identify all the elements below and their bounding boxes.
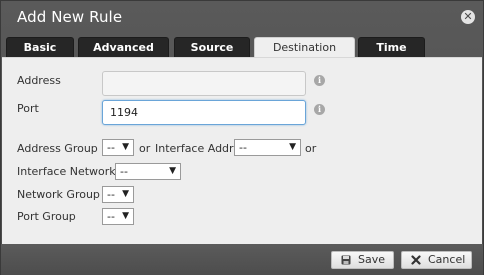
network-group-select[interactable]: -- ▼ <box>102 186 134 203</box>
port-group-value: -- <box>107 210 115 223</box>
network-group-value: -- <box>107 188 115 201</box>
port-group-select[interactable]: -- ▼ <box>102 208 134 225</box>
tab-basic[interactable]: Basic <box>6 37 74 57</box>
add-rule-dialog: Add New Rule ✕ Basic Advanced Source Des… <box>0 0 484 275</box>
tab-time[interactable]: Time <box>358 37 425 57</box>
cancel-button[interactable]: Cancel <box>401 251 472 269</box>
address-group-label: Address Group <box>17 142 98 155</box>
address-info-icon[interactable]: i <box>314 75 325 86</box>
tab-source[interactable]: Source <box>174 37 250 57</box>
address-group-value: -- <box>107 141 115 154</box>
chevron-down-icon: ▼ <box>169 166 176 176</box>
save-label: Save <box>358 253 386 266</box>
dialog-title: Add New Rule <box>17 8 123 26</box>
port-label: Port <box>17 102 39 115</box>
chevron-down-icon: ▼ <box>122 189 129 199</box>
cancel-label: Cancel <box>428 253 466 266</box>
or-text: or <box>305 142 317 155</box>
close-icon[interactable]: ✕ <box>461 10 475 24</box>
interface-addr-value: -- <box>239 141 247 154</box>
dialog-footer: Save Cancel <box>1 244 483 275</box>
or-text: or <box>139 142 151 155</box>
interface-addr-select[interactable]: -- ▼ <box>234 139 301 156</box>
address-input[interactable] <box>102 71 306 96</box>
save-button[interactable]: Save <box>331 251 394 269</box>
interface-addr-label: Interface Addr <box>155 142 234 155</box>
chevron-down-icon: ▼ <box>122 211 129 221</box>
interface-network-select[interactable]: -- ▼ <box>115 163 181 180</box>
port-input[interactable] <box>102 100 306 125</box>
port-group-label: Port Group <box>17 210 76 223</box>
interface-network-label: Interface Network <box>17 165 116 178</box>
tab-bar: Basic Advanced Source Destination Time <box>1 37 483 58</box>
tab-advanced[interactable]: Advanced <box>78 37 169 57</box>
address-label: Address <box>17 74 61 87</box>
chevron-down-icon: ▼ <box>289 142 296 152</box>
chevron-down-icon: ▼ <box>122 142 129 152</box>
address-group-select[interactable]: -- ▼ <box>102 139 134 156</box>
interface-network-value: -- <box>120 165 128 178</box>
x-icon <box>411 255 421 265</box>
network-group-label: Network Group <box>17 188 100 201</box>
floppy-disk-icon <box>341 255 351 265</box>
dialog-titlebar: Add New Rule ✕ <box>1 1 483 37</box>
port-info-icon[interactable]: i <box>314 104 325 115</box>
tab-destination[interactable]: Destination <box>254 37 355 58</box>
destination-panel: Address i Port i Address Group -- ▼ or I… <box>2 57 482 244</box>
